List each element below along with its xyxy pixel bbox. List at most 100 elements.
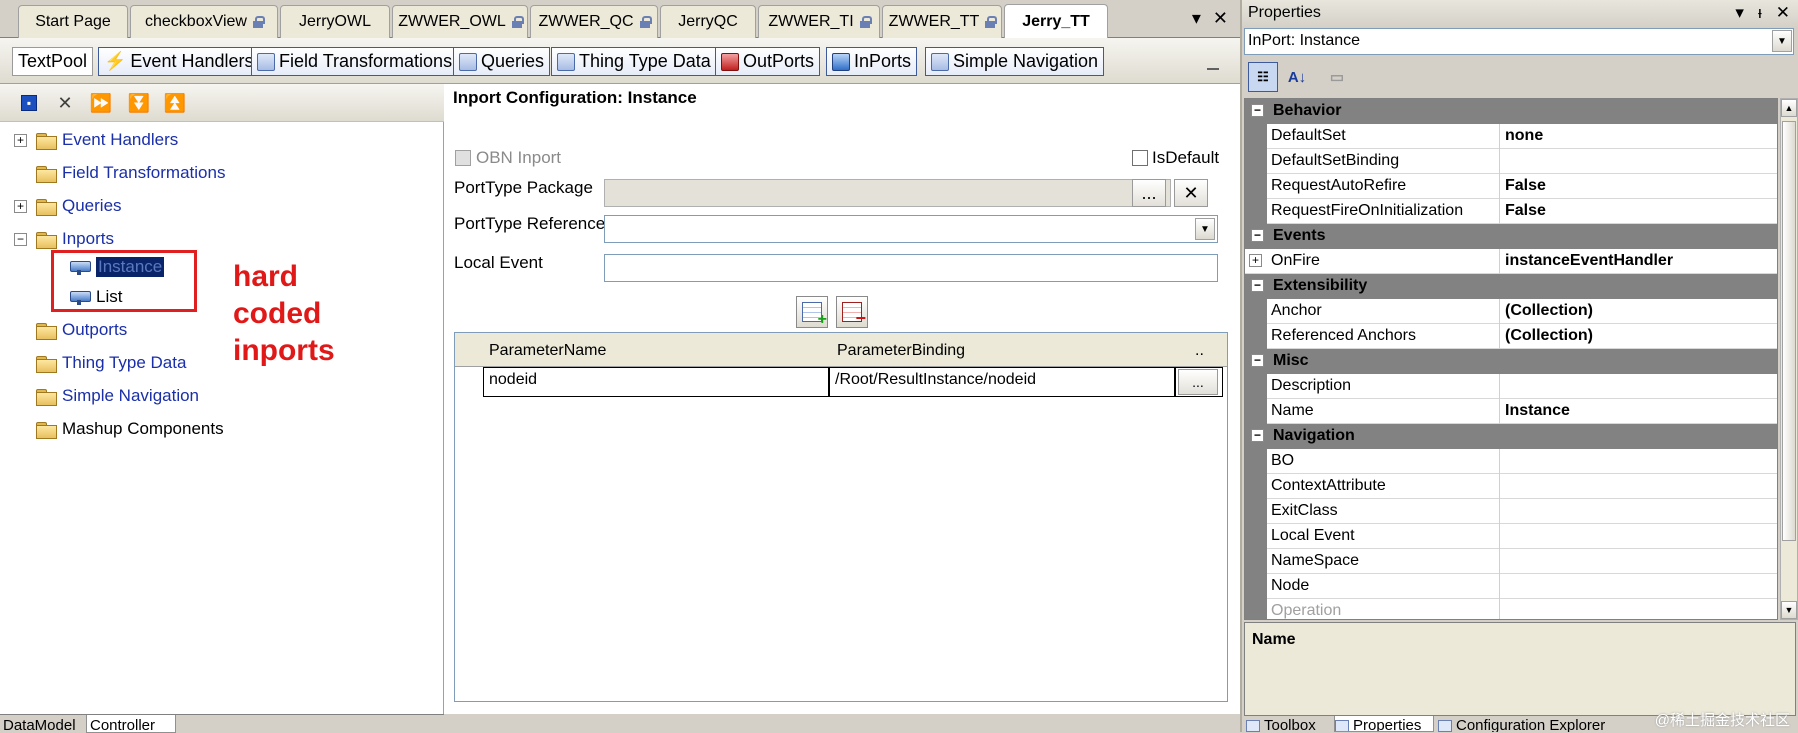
tree-item-inports[interactable]: Inports bbox=[36, 227, 114, 251]
tab-start-page[interactable]: Start Page bbox=[18, 5, 128, 38]
clear-package-button[interactable]: ✕ bbox=[1174, 179, 1208, 207]
parameter-binding-cell[interactable]: /Root/ResultInstance/nodeid bbox=[829, 367, 1175, 397]
property-row-defaultsetbinding[interactable]: DefaultSetBinding bbox=[1245, 149, 1777, 174]
collapse-inports-icon[interactable]: − bbox=[14, 233, 27, 246]
obn-inport-checkbox[interactable] bbox=[455, 150, 471, 166]
porttype-package-field[interactable] bbox=[604, 179, 1171, 207]
is-default-checkbox[interactable] bbox=[1132, 150, 1148, 166]
scroll-up-icon[interactable]: ▲ bbox=[1781, 99, 1797, 117]
tab-zwwer-qc[interactable]: ZWWER_QC bbox=[530, 5, 658, 38]
delete-node-icon[interactable]: ✕ bbox=[54, 92, 76, 114]
scrollbar-thumb[interactable] bbox=[1782, 121, 1796, 541]
tab-jerryqc[interactable]: JerryQC bbox=[660, 5, 756, 38]
tab-jerry-tt[interactable]: Jerry_TT bbox=[1004, 4, 1108, 38]
add-node-icon[interactable]: ▪ bbox=[18, 92, 40, 114]
property-value[interactable]: none bbox=[1499, 124, 1777, 149]
field-transformations-button[interactable]: Field Transformations bbox=[251, 47, 459, 76]
tab-configuration-explorer[interactable]: Configuration Explorer bbox=[1438, 716, 1638, 732]
property-pages-icon[interactable]: ▭ bbox=[1322, 62, 1352, 92]
category-extensibility[interactable]: − Extensibility bbox=[1245, 274, 1777, 299]
property-row-description[interactable]: Description bbox=[1245, 374, 1777, 399]
tab-zwwer-owl[interactable]: ZWWER_OWL bbox=[392, 5, 528, 38]
property-value[interactable] bbox=[1499, 449, 1777, 474]
object-selector[interactable]: InPort: Instance ▼ bbox=[1244, 28, 1794, 55]
category-misc[interactable]: − Misc bbox=[1245, 349, 1777, 374]
property-row-name[interactable]: Name Instance bbox=[1245, 399, 1777, 424]
tree-item-mashup-components[interactable]: Mashup Components bbox=[36, 417, 224, 441]
property-row-requestautorefire[interactable]: RequestAutoRefire False bbox=[1245, 174, 1777, 199]
tab-list-dropdown-icon[interactable]: ▾ bbox=[1192, 8, 1201, 29]
category-behavior[interactable]: − Behavior bbox=[1245, 99, 1777, 124]
collapse-icon[interactable]: − bbox=[1251, 229, 1264, 242]
property-grid-scrollbar[interactable]: ▲ ▼ bbox=[1780, 98, 1798, 620]
property-value[interactable]: False bbox=[1499, 199, 1777, 224]
thing-type-data-button[interactable]: Thing Type Data bbox=[551, 47, 717, 76]
alphabetical-sort-icon[interactable]: A↓ bbox=[1282, 62, 1312, 92]
collapse-all-icon[interactable]: ⏫ bbox=[164, 92, 186, 114]
tab-zwwer-tt[interactable]: ZWWER_TT bbox=[882, 5, 1002, 38]
binding-browse-button[interactable]: ... bbox=[1178, 369, 1218, 395]
table-row[interactable]: nodeid /Root/ResultInstance/nodeid ... bbox=[455, 367, 1227, 397]
property-row-namespace[interactable]: NameSpace bbox=[1245, 549, 1777, 574]
property-row-operation[interactable]: Operation bbox=[1245, 599, 1777, 619]
property-value[interactable] bbox=[1499, 149, 1777, 174]
property-row-node[interactable]: Node bbox=[1245, 574, 1777, 599]
category-events[interactable]: − Events bbox=[1245, 224, 1777, 249]
tab-controller[interactable]: Controller bbox=[86, 715, 176, 733]
property-row-bo[interactable]: BO bbox=[1245, 449, 1777, 474]
property-value[interactable] bbox=[1499, 574, 1777, 599]
pin-icon[interactable]: ᵻ bbox=[1758, 3, 1762, 23]
collapse-icon[interactable]: − bbox=[1251, 279, 1264, 292]
expand-icon[interactable]: + bbox=[1249, 254, 1262, 267]
collapse-icon[interactable]: − bbox=[1251, 104, 1264, 117]
property-value[interactable]: (Collection) bbox=[1499, 324, 1777, 349]
delete-parameter-button[interactable] bbox=[836, 296, 868, 329]
tree-item-field-transformations[interactable]: Field Transformations bbox=[36, 161, 225, 185]
property-value[interactable]: False bbox=[1499, 174, 1777, 199]
tab-jerryowl[interactable]: JerryOWL bbox=[280, 5, 390, 38]
column-header-parameter-binding[interactable]: ParameterBinding bbox=[837, 342, 965, 360]
panel-menu-icon[interactable]: ▾ bbox=[1735, 3, 1744, 23]
add-parameter-button[interactable] bbox=[796, 296, 828, 329]
property-row-requestfireoninit[interactable]: RequestFireOnInitialization False bbox=[1245, 199, 1777, 224]
expand-all-icon[interactable]: ⏬ bbox=[128, 92, 150, 114]
property-value[interactable] bbox=[1499, 474, 1777, 499]
tab-checkboxview[interactable]: checkboxView bbox=[130, 5, 278, 38]
outports-button[interactable]: OutPorts bbox=[715, 47, 821, 76]
tree-item-outports[interactable]: Outports bbox=[36, 318, 127, 342]
tab-zwwer-ti[interactable]: ZWWER_TI bbox=[758, 5, 880, 38]
collapse-icon[interactable]: − bbox=[1251, 429, 1264, 442]
tab-datamodel[interactable]: DataModel bbox=[0, 715, 82, 733]
expand-event-handlers-icon[interactable]: + bbox=[14, 134, 27, 147]
category-navigation[interactable]: − Navigation bbox=[1245, 424, 1777, 449]
close-document-icon[interactable]: ✕ bbox=[1213, 8, 1228, 29]
property-row-onfire[interactable]: + OnFire instanceEventHandler bbox=[1245, 249, 1777, 274]
property-value[interactable] bbox=[1499, 524, 1777, 549]
property-value[interactable]: Instance bbox=[1499, 399, 1777, 424]
inports-button[interactable]: InPorts bbox=[826, 47, 918, 76]
scroll-down-icon[interactable]: ▼ bbox=[1781, 601, 1797, 619]
parameter-name-cell[interactable]: nodeid bbox=[483, 367, 829, 397]
property-row-local-event[interactable]: Local Event bbox=[1245, 524, 1777, 549]
tree-item-thing-type-data[interactable]: Thing Type Data bbox=[36, 351, 186, 375]
property-row-anchor[interactable]: Anchor (Collection) bbox=[1245, 299, 1777, 324]
event-handlers-button[interactable]: ⚡ Event Handlers bbox=[98, 47, 260, 76]
toolbar-overflow-icon[interactable] bbox=[1207, 56, 1219, 70]
close-panel-icon[interactable]: ✕ bbox=[1776, 3, 1790, 23]
textpool-button[interactable]: TextPool bbox=[12, 47, 94, 76]
property-row-defaultset[interactable]: DefaultSet none bbox=[1245, 124, 1777, 149]
tab-toolbox[interactable]: Toolbox bbox=[1246, 716, 1332, 732]
browse-package-button[interactable]: ... bbox=[1132, 179, 1166, 207]
tree-item-event-handlers[interactable]: Event Handlers bbox=[36, 128, 178, 152]
property-value[interactable] bbox=[1499, 374, 1777, 399]
collapse-icon[interactable]: − bbox=[1251, 354, 1264, 367]
expand-queries-icon[interactable]: + bbox=[14, 200, 27, 213]
property-row-referenced-anchors[interactable]: Referenced Anchors (Collection) bbox=[1245, 324, 1777, 349]
property-value[interactable] bbox=[1499, 599, 1777, 619]
property-value[interactable] bbox=[1499, 499, 1777, 524]
property-row-contextattribute[interactable]: ContextAttribute bbox=[1245, 474, 1777, 499]
run-icon[interactable]: ⏩ bbox=[90, 92, 112, 114]
property-value[interactable] bbox=[1499, 549, 1777, 574]
categorized-view-icon[interactable]: ☷ bbox=[1248, 62, 1278, 92]
tree-item-queries[interactable]: Queries bbox=[36, 194, 122, 218]
